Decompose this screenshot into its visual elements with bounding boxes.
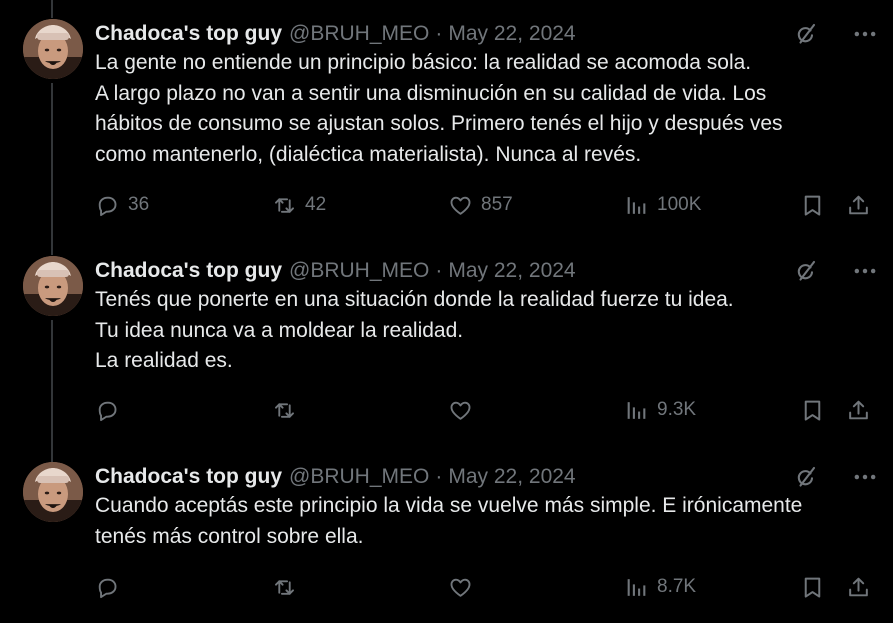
reply-icon (95, 193, 120, 218)
like-button[interactable]: 857 (448, 190, 513, 220)
author-name[interactable]: Chadoca's top guy (95, 465, 282, 489)
repost-button[interactable] (272, 395, 305, 425)
more-icon[interactable] (851, 257, 879, 285)
share-button[interactable] (846, 395, 871, 425)
separator: · (435, 259, 443, 282)
reply-button[interactable] (95, 572, 128, 602)
view-count: 100K (657, 194, 702, 215)
repost-button[interactable] (272, 572, 305, 602)
views-icon (624, 193, 649, 218)
tweet-2[interactable]: Chadoca's top guy @BRUH_MEO · May 22, 20… (0, 240, 893, 445)
like-count: 857 (481, 194, 513, 215)
tweet-1[interactable]: Chadoca's top guy @BRUH_MEO · May 22, 20… (0, 0, 893, 240)
reply-count: 36 (128, 194, 150, 215)
share-icon (846, 193, 871, 218)
text-line: hábitos de consumo se ajustan solos. Pri… (95, 112, 783, 135)
reply-button[interactable] (95, 395, 128, 425)
like-button[interactable] (448, 395, 481, 425)
reply-icon (95, 575, 120, 600)
text-line: como mantenerlo, (dialéctica materialist… (95, 142, 642, 166)
share-button[interactable] (846, 190, 871, 220)
separator: · (435, 465, 443, 488)
text-line: Tu idea nunca va a moldear la realidad. (95, 318, 464, 342)
like-button[interactable] (448, 572, 481, 602)
tweet-text: Tenés que ponerte en una situación donde… (95, 285, 879, 377)
text-line: Cuando aceptás este principio la vida se… (95, 494, 803, 517)
views-button[interactable]: 100K (624, 190, 701, 220)
author-name[interactable]: Chadoca's top guy (95, 259, 282, 283)
reply-button[interactable]: 36 (95, 190, 149, 220)
like-icon (448, 193, 473, 218)
more-icon[interactable] (851, 463, 879, 491)
text-line: A largo plazo no van a sentir una dismin… (95, 81, 767, 105)
bookmark-icon (800, 398, 825, 423)
grok-icon[interactable] (793, 22, 817, 46)
tweet-text: La gente no entiende un principio básico… (95, 48, 879, 170)
action-bar: 36 42 857 100K (95, 190, 879, 220)
tweet-date[interactable]: May 22, 2024 (448, 465, 575, 489)
reply-icon (95, 398, 120, 423)
repost-icon (272, 193, 297, 218)
grok-icon[interactable] (793, 465, 817, 489)
action-bar: 9.3K (95, 395, 879, 425)
text-line: La realidad es. (95, 349, 233, 372)
repost-icon (272, 398, 297, 423)
author-name[interactable]: Chadoca's top guy (95, 22, 282, 46)
like-icon (448, 575, 473, 600)
tweet-header: Chadoca's top guy @BRUH_MEO · May 22, 20… (95, 20, 879, 48)
repost-count: 42 (305, 194, 327, 215)
author-handle[interactable]: @BRUH_MEO (289, 465, 429, 489)
action-bar: 8.7K (95, 572, 879, 602)
separator: · (435, 22, 443, 45)
share-button[interactable] (846, 572, 871, 602)
like-icon (448, 398, 473, 423)
avatar[interactable] (23, 256, 83, 316)
views-button[interactable]: 9.3K (624, 395, 696, 425)
tweet-header: Chadoca's top guy @BRUH_MEO · May 22, 20… (95, 257, 879, 285)
author-handle[interactable]: @BRUH_MEO (289, 259, 429, 283)
bookmark-button[interactable] (800, 190, 825, 220)
author-handle[interactable]: @BRUH_MEO (289, 22, 429, 46)
text-line: tenés más control sobre ella. (95, 524, 364, 548)
avatar[interactable] (23, 462, 83, 522)
text-line: La gente no entiende un principio básico… (95, 51, 752, 74)
bookmark-button[interactable] (800, 395, 825, 425)
repost-icon (272, 575, 297, 600)
views-icon (624, 398, 649, 423)
tweet-3[interactable]: Chadoca's top guy @BRUH_MEO · May 22, 20… (0, 445, 893, 623)
tweet-date[interactable]: May 22, 2024 (448, 22, 575, 46)
share-icon (846, 575, 871, 600)
views-button[interactable]: 8.7K (624, 572, 696, 602)
view-count: 9.3K (657, 399, 697, 420)
view-count: 8.7K (657, 576, 697, 597)
tweet-header: Chadoca's top guy @BRUH_MEO · May 22, 20… (95, 463, 879, 491)
grok-icon[interactable] (793, 259, 817, 283)
repost-button[interactable]: 42 (272, 190, 326, 220)
bookmark-icon (800, 193, 825, 218)
tweet-text: Cuando aceptás este principio la vida se… (95, 491, 879, 552)
text-line: Tenés que ponerte en una situación donde… (95, 288, 734, 311)
tweet-date[interactable]: May 22, 2024 (448, 259, 575, 283)
bookmark-icon (800, 575, 825, 600)
avatar[interactable] (23, 19, 83, 79)
share-icon (846, 398, 871, 423)
more-icon[interactable] (851, 20, 879, 48)
views-icon (624, 575, 649, 600)
bookmark-button[interactable] (800, 572, 825, 602)
